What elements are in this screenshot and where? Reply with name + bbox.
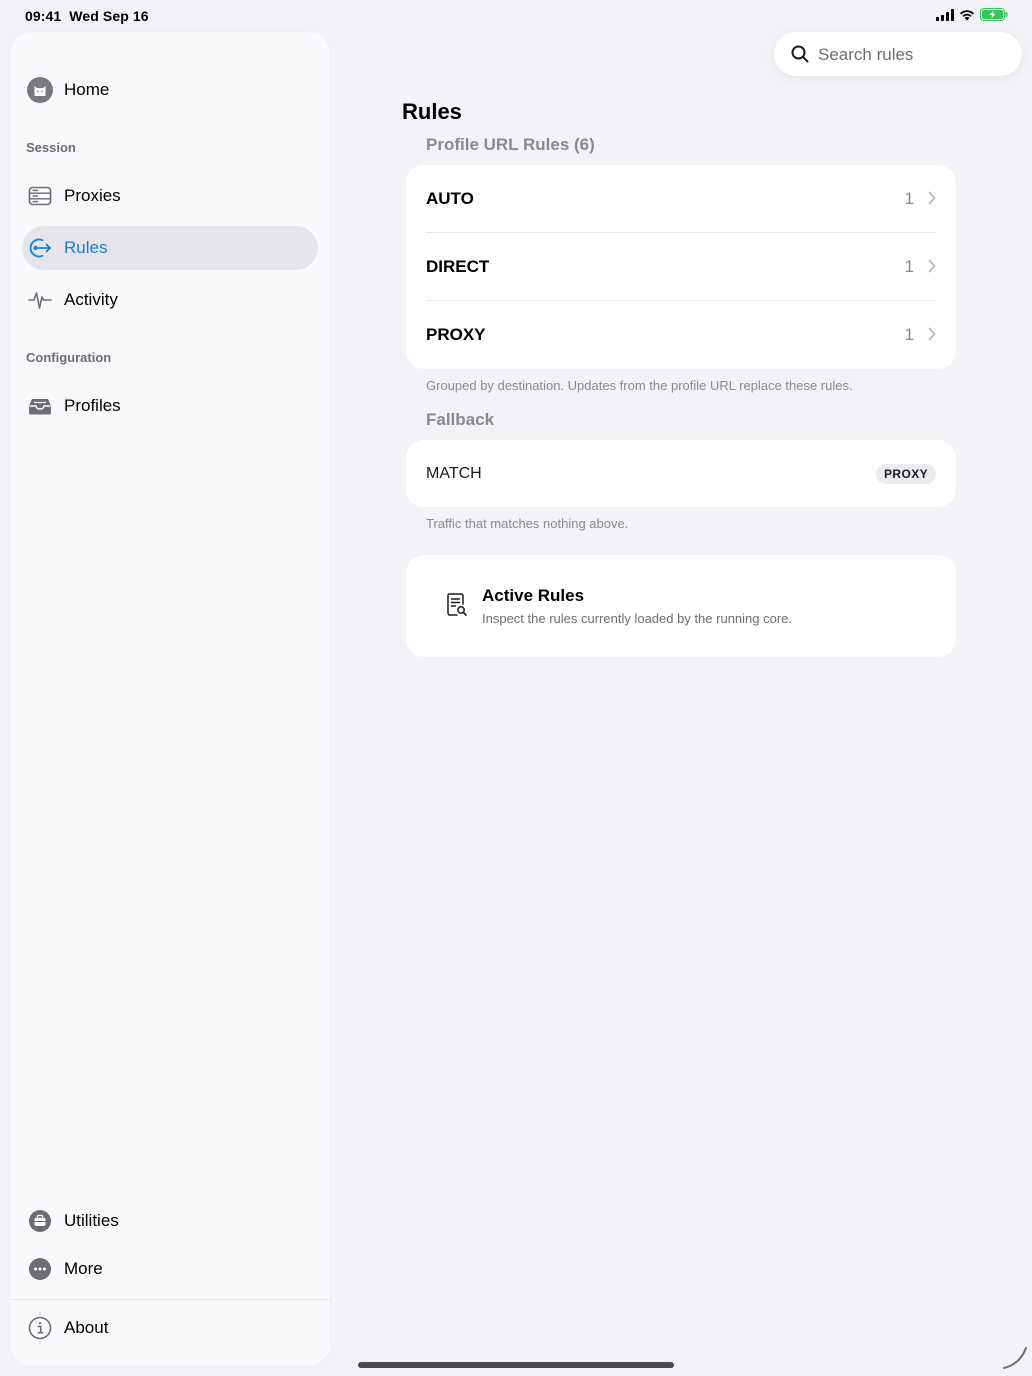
waveform-icon [27,288,53,312]
profile-rules-footnote: Grouped by destination. Updates from the… [426,378,853,393]
active-rules-subtitle: Inspect the rules currently loaded by th… [482,611,793,626]
server-rack-icon [27,184,53,208]
rule-row-count: 1 [904,189,914,208]
section-title-configuration: Configuration [26,350,112,365]
chevron-right-icon [928,259,936,273]
sidebar-item-more[interactable]: More [22,1247,318,1291]
cellular-signal-icon [936,8,954,21]
cat-avatar-icon [27,77,53,103]
sidebar-item-label: About [64,1318,109,1337]
sidebar-item-label: Proxies [64,186,121,205]
sidebar-item-label: Rules [64,238,108,257]
status-icons [936,8,1008,21]
sidebar-item-utilities[interactable]: Utilities [22,1199,318,1243]
sidebar-divider [10,1299,330,1300]
search-icon [791,45,809,63]
sidebar-item-label: More [64,1259,103,1278]
sidebar-item-activity[interactable]: Activity [22,278,318,322]
sidebar-item-rules[interactable]: Rules [22,226,318,270]
info-circle-icon [27,1316,53,1340]
doc-magnifier-icon [447,593,467,616]
active-rules-title: Active Rules [482,586,585,605]
group-header-fallback: Fallback [426,410,495,429]
policy-badge: PROXY [875,464,936,484]
home-indicator[interactable] [358,1362,674,1368]
sidebar-item-profiles[interactable]: Profiles [22,384,318,428]
profile-rules-card: AUTO 1 DIRECT 1 PROXY 1 [406,165,956,369]
fallback-rule-name: MATCH [426,465,482,482]
group-header-profile-rules: Profile URL Rules (6) [426,135,595,154]
rule-row-auto[interactable]: AUTO 1 [406,165,956,233]
search-placeholder: Search rules [818,45,914,64]
active-rules-card[interactable]: Active Rules Inspect the rules currently… [406,555,956,657]
resize-corner-icon[interactable] [1000,1344,1030,1372]
rule-row-name: PROXY [426,325,486,344]
fallback-footnote: Traffic that matches nothing above. [426,516,629,531]
clock-time: 09:41 [25,8,62,24]
toolbox-icon [27,1209,53,1233]
sidebar-item-label: Home [64,80,110,99]
sidebar-item-about[interactable]: About [22,1306,318,1350]
clock-date: Wed Sep 16 [69,8,149,24]
route-arrow-icon [27,236,53,260]
fallback-card: MATCH PROXY [406,440,956,507]
search-field[interactable]: Search rules [774,32,1022,76]
sidebar-item-label: Activity [64,290,118,309]
tray-icon [27,394,53,418]
rule-row-count: 1 [904,325,914,344]
page-title: Rules [402,99,462,124]
ellipsis-circle-icon [27,1257,53,1281]
rule-row-name: AUTO [426,189,474,208]
section-title-session: Session [26,140,76,155]
wifi-icon [960,9,974,20]
rule-row-proxy[interactable]: PROXY 1 [406,301,956,369]
sidebar-item-home[interactable]: Home [22,68,318,112]
status-time: 09:41 Wed Sep 16 [25,8,149,24]
chevron-right-icon [928,327,936,341]
sidebar: Home Session Proxies Rules Activity Conf… [10,32,330,1366]
rule-row-direct[interactable]: DIRECT 1 [406,233,956,301]
sidebar-item-label: Utilities [64,1211,119,1230]
status-bar: 09:41 Wed Sep 16 [0,0,1032,32]
chevron-right-icon [928,191,936,205]
rule-row-name: DIRECT [426,257,490,276]
battery-charging-icon [980,8,1008,21]
rule-row-count: 1 [904,257,914,276]
sidebar-item-label: Profiles [64,396,121,415]
sidebar-item-proxies[interactable]: Proxies [22,174,318,218]
